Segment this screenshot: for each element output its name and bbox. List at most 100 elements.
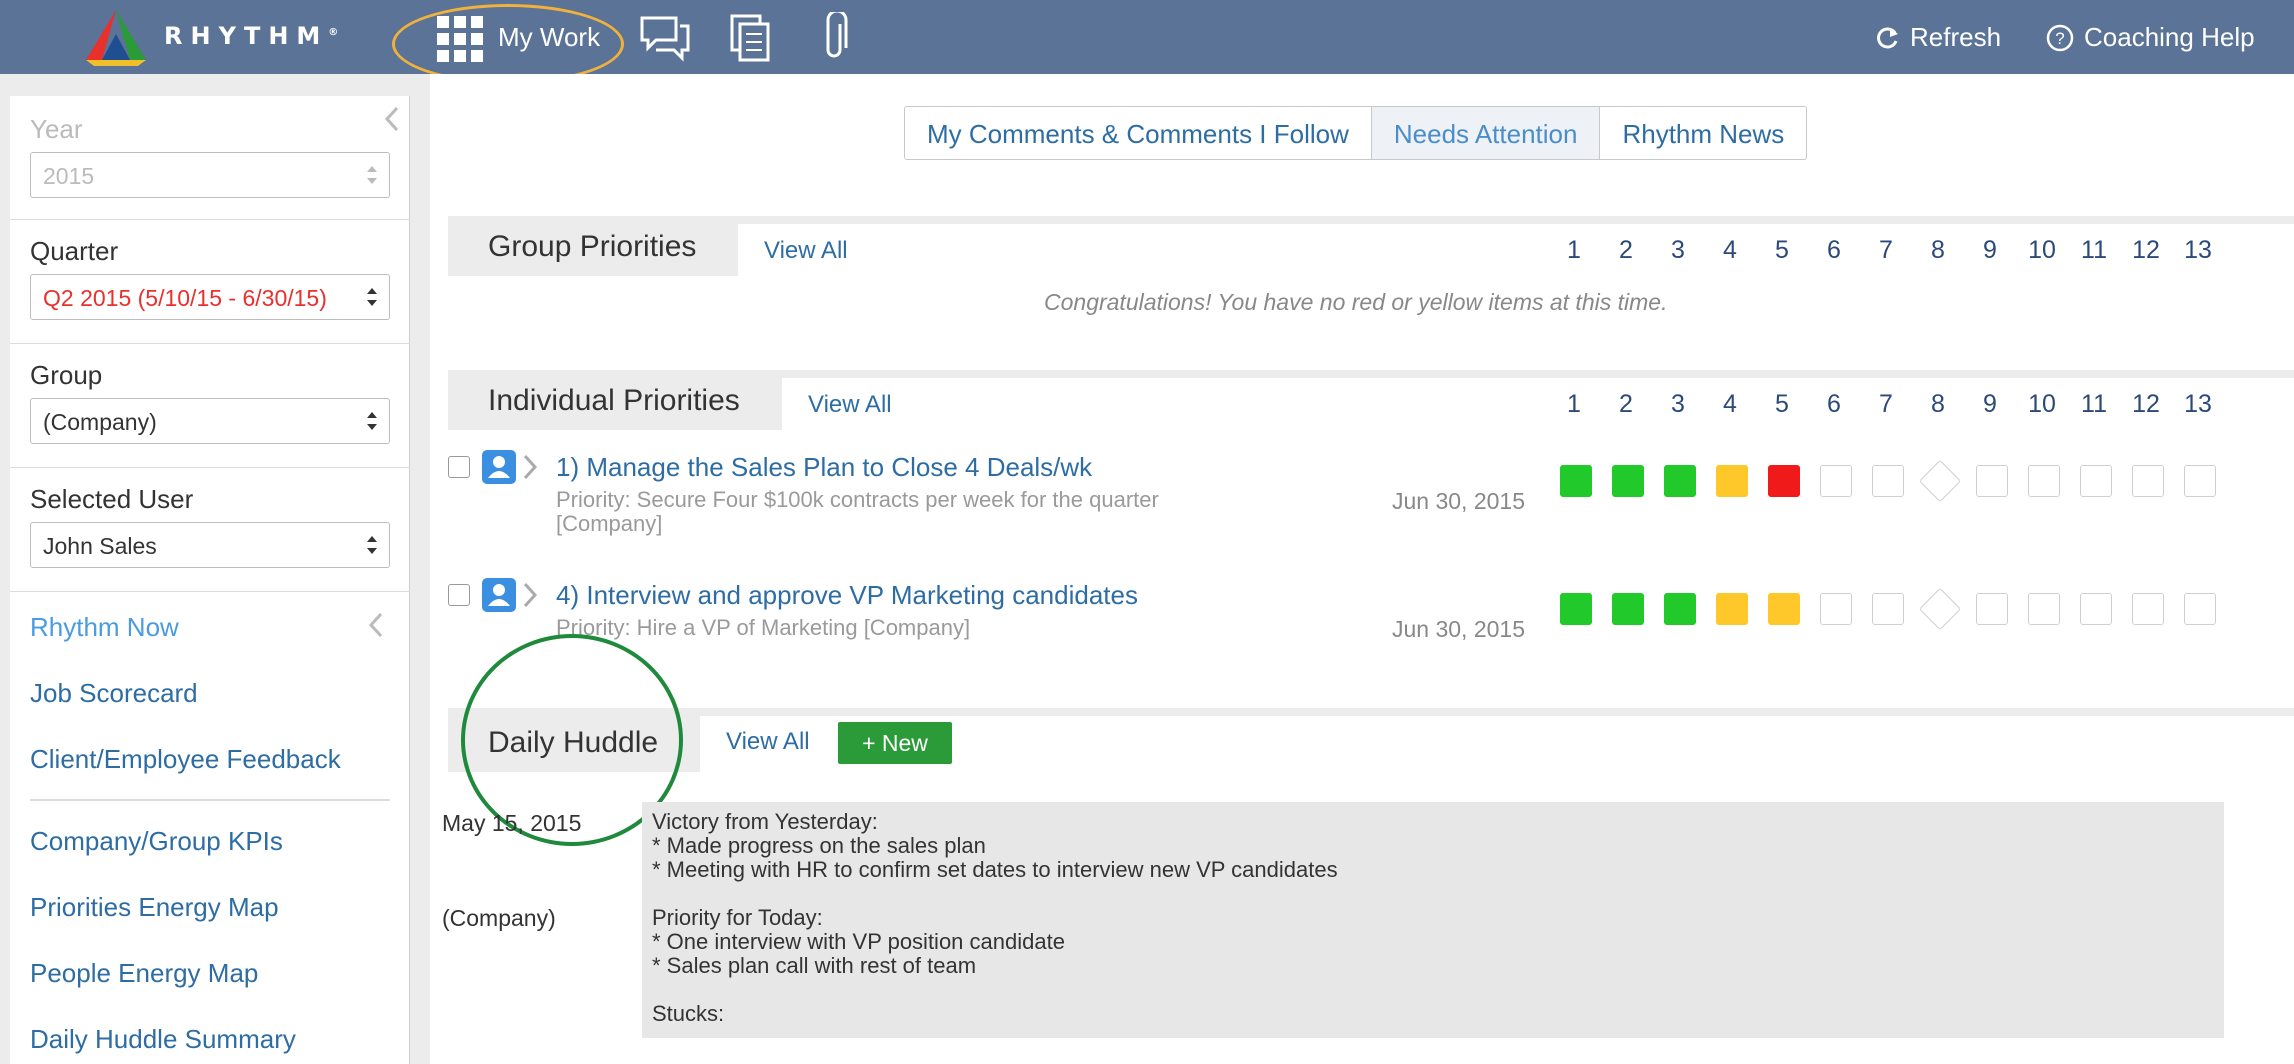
week-status-empty[interactable] — [1872, 593, 1904, 625]
individual-priorities-view-all-link[interactable]: View All — [808, 391, 892, 419]
week-number: 1 — [1567, 236, 1581, 264]
week-status-green[interactable] — [1664, 593, 1696, 625]
week-number: 2 — [1619, 390, 1633, 418]
week-number: 8 — [1931, 390, 1945, 418]
select-arrows-icon — [367, 536, 377, 554]
select-arrows-icon — [367, 166, 377, 184]
week-number: 6 — [1827, 236, 1841, 264]
week-status-empty[interactable] — [2028, 465, 2060, 497]
collapse-sidebar-icon[interactable] — [382, 104, 402, 134]
sidebar-item-job-scorecard[interactable]: Job Scorecard — [30, 678, 198, 709]
coaching-help-button[interactable]: ? Coaching Help — [2046, 22, 2255, 53]
week-status-diamond[interactable] — [1918, 459, 1962, 503]
expand-chevron-icon[interactable] — [520, 580, 540, 610]
week-status-empty[interactable] — [2080, 465, 2112, 497]
week-status-empty[interactable] — [1976, 465, 2008, 497]
feed-tabs: My Comments & Comments I Follow Needs At… — [904, 106, 1808, 160]
priority-checkbox[interactable] — [448, 584, 470, 606]
week-status-empty[interactable] — [2080, 593, 2112, 625]
group-week-numbers: 1 2 3 4 5 6 7 8 9 10 11 12 13 — [1554, 236, 2224, 266]
user-icon[interactable] — [482, 450, 516, 484]
priority-title-link[interactable]: 4) Interview and approve VP Marketing ca… — [556, 580, 1138, 611]
week-status-red[interactable] — [1768, 465, 1800, 497]
week-number: 9 — [1983, 236, 1997, 264]
top-nav-bar: RHYTHM® My Work Refresh ? Coaching Help — [0, 0, 2294, 84]
quarter-filter: Quarter Q2 2015 (5/10/15 - 6/30/15) — [10, 220, 410, 344]
refresh-label: Refresh — [1910, 22, 2002, 52]
week-status-green[interactable] — [1612, 593, 1644, 625]
week-status-empty[interactable] — [1976, 593, 2008, 625]
my-work-link[interactable]: My Work — [498, 22, 600, 53]
user-icon[interactable] — [482, 578, 516, 612]
sidebar-item-people-energy-map[interactable]: People Energy Map — [30, 958, 258, 989]
collapse-nav-icon[interactable] — [366, 610, 386, 640]
documents-icon[interactable] — [726, 12, 780, 64]
week-status-green[interactable] — [1612, 465, 1644, 497]
week-number: 11 — [2081, 236, 2107, 264]
week-status-empty[interactable] — [1820, 593, 1852, 625]
paperclip-icon[interactable] — [810, 12, 864, 64]
week-status-green[interactable] — [1560, 593, 1592, 625]
week-number: 6 — [1827, 390, 1841, 418]
week-status-green[interactable] — [1560, 465, 1592, 497]
quarter-value: Q2 2015 (5/10/15 - 6/30/15) — [43, 285, 327, 311]
huddle-date: May 15, 2015 — [442, 810, 582, 836]
tab-needs-attention[interactable]: Needs Attention — [1371, 107, 1601, 159]
apps-grid-icon[interactable] — [437, 16, 483, 62]
week-number: 10 — [2028, 236, 2056, 264]
group-select[interactable]: (Company) — [30, 398, 390, 444]
week-status-green[interactable] — [1664, 465, 1696, 497]
priority-checkbox[interactable] — [448, 456, 470, 478]
week-status-yellow[interactable] — [1716, 593, 1748, 625]
week-status-diamond[interactable] — [1918, 587, 1962, 631]
new-huddle-button[interactable]: + New — [838, 722, 952, 764]
week-number: 7 — [1879, 236, 1893, 264]
selected-user-select[interactable]: John Sales — [30, 522, 390, 568]
week-status-yellow[interactable] — [1768, 593, 1800, 625]
selected-user-label: Selected User — [30, 484, 194, 514]
group-priorities-view-all-link[interactable]: View All — [764, 237, 848, 265]
tab-rhythm-news[interactable]: Rhythm News — [1600, 107, 1807, 159]
week-status-empty[interactable] — [1872, 465, 1904, 497]
week-number: 13 — [2184, 390, 2212, 418]
daily-huddle-view-all-link[interactable]: View All — [726, 728, 810, 756]
priority-title-link[interactable]: 1) Manage the Sales Plan to Close 4 Deal… — [556, 452, 1092, 483]
coaching-help-label: Coaching Help — [2084, 22, 2255, 52]
group-filter: Group (Company) — [10, 344, 410, 468]
selected-user-filter: Selected User John Sales — [10, 468, 410, 592]
rhythm-logo-icon[interactable] — [82, 8, 150, 66]
week-status-yellow[interactable] — [1716, 465, 1748, 497]
week-status-empty[interactable] — [1820, 465, 1852, 497]
week-number: 9 — [1983, 390, 1997, 418]
week-number: 12 — [2132, 236, 2160, 264]
week-number: 2 — [1619, 236, 1633, 264]
sidebar-item-priorities-energy-map[interactable]: Priorities Energy Map — [30, 892, 279, 923]
year-select[interactable]: 2015 — [30, 152, 390, 198]
year-label: Year — [30, 114, 83, 144]
week-status-empty[interactable] — [2184, 593, 2216, 625]
huddle-note: Victory from Yesterday: * Made progress … — [642, 802, 2224, 1038]
sidebar-item-daily-huddle-summary[interactable]: Daily Huddle Summary — [30, 1024, 296, 1055]
sidebar-item-rhythm-now[interactable]: Rhythm Now — [30, 612, 179, 643]
refresh-button[interactable]: Refresh — [1874, 22, 2001, 53]
week-status-empty[interactable] — [2132, 465, 2164, 497]
expand-chevron-icon[interactable] — [520, 452, 540, 482]
sidebar-item-client-employee-feedback[interactable]: Client/Employee Feedback — [30, 744, 341, 775]
week-status-empty[interactable] — [2184, 465, 2216, 497]
tab-my-comments[interactable]: My Comments & Comments I Follow — [905, 107, 1372, 159]
week-number: 4 — [1723, 236, 1737, 264]
week-number: 3 — [1671, 236, 1685, 264]
week-status-empty[interactable] — [2132, 593, 2164, 625]
no-items-message: Congratulations! You have no red or yell… — [1044, 289, 1668, 315]
week-status-empty[interactable] — [2028, 593, 2060, 625]
priority-due-date: Jun 30, 2015 — [1392, 488, 1526, 514]
group-priorities-title: Group Priorities — [448, 218, 738, 276]
week-number: 8 — [1931, 236, 1945, 264]
chat-icon[interactable] — [638, 12, 692, 64]
selected-user-value: John Sales — [43, 533, 157, 559]
select-arrows-icon — [367, 288, 377, 306]
individual-priorities-title: Individual Priorities — [448, 372, 782, 430]
quarter-select[interactable]: Q2 2015 (5/10/15 - 6/30/15) — [30, 274, 390, 320]
group-label: Group — [30, 360, 103, 390]
sidebar-item-company-group-kpis[interactable]: Company/Group KPIs — [30, 826, 283, 857]
